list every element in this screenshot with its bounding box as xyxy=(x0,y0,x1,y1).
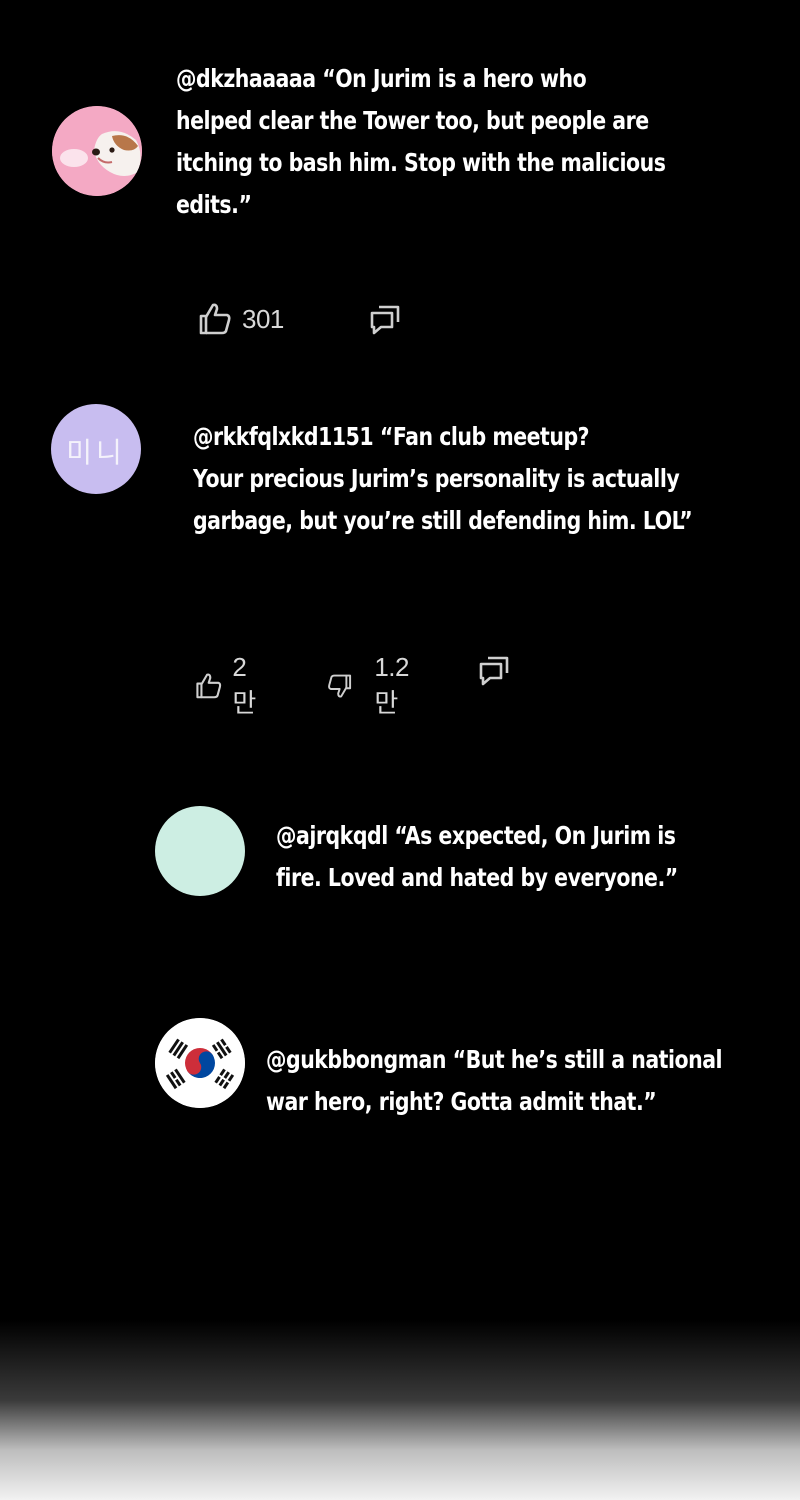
like-count: 301 xyxy=(242,303,284,334)
comment-line: war hero, right? Gotta admit that.” xyxy=(266,1087,657,1116)
comment-line: helped clear the Tower too, but people a… xyxy=(176,106,649,135)
comment-line: Your precious Jurim’s personality is act… xyxy=(193,464,680,493)
comment-line: edits.” xyxy=(176,190,252,219)
avatar-korean-flag[interactable] xyxy=(155,1018,245,1108)
reply-icon xyxy=(479,656,509,686)
comment-line: itching to bash him. Stop with the malic… xyxy=(176,148,666,177)
comment-3-text: @ajrqkqdl “As expected, On Jurim is fire… xyxy=(276,815,678,899)
reply-icon xyxy=(370,305,400,335)
avatar-mint[interactable] xyxy=(155,806,245,896)
dog-avatar-icon xyxy=(52,106,142,196)
comment-1-text: @dkzhaaaaa “On Jurim is a hero who helpe… xyxy=(176,58,666,226)
thumbs-up-icon xyxy=(199,303,231,335)
comment-2-text: @rkkfqlxkd1151 “Fan club meetup? Your pr… xyxy=(193,416,693,542)
comment-4-text: @gukbbongman “But he’s still a national … xyxy=(266,1039,723,1123)
like-button[interactable]: 301 xyxy=(198,301,284,337)
reply-button[interactable] xyxy=(368,301,402,337)
comment-line: @gukbbongman “But he’s still a national xyxy=(266,1045,723,1074)
avatar-lavender[interactable]: 미니 xyxy=(51,404,141,494)
dislike-button[interactable]: 1.2만 xyxy=(327,652,418,720)
korean-flag-icon xyxy=(155,1018,245,1108)
reply-button[interactable] xyxy=(477,652,511,688)
thumbs-up-icon xyxy=(196,673,222,699)
like-button[interactable]: 2만 xyxy=(195,652,262,720)
like-count: 2만 xyxy=(232,652,256,718)
comment-line: @dkzhaaaaa “On Jurim is a hero who xyxy=(176,64,587,93)
thumbs-down-icon xyxy=(328,674,352,698)
avatar-initials: 미니 xyxy=(66,436,126,469)
comment-line: @ajrqkqdl “As expected, On Jurim is xyxy=(276,821,676,850)
comment-line: @rkkfqlxkd1151 “Fan club meetup? xyxy=(193,422,590,451)
comment-line: garbage, but you’re still defending him.… xyxy=(193,506,693,535)
dislike-count: 1.2만 xyxy=(374,652,409,718)
comment-line: fire. Loved and hated by everyone.” xyxy=(276,863,678,892)
avatar-pink-dog[interactable] xyxy=(52,106,142,196)
